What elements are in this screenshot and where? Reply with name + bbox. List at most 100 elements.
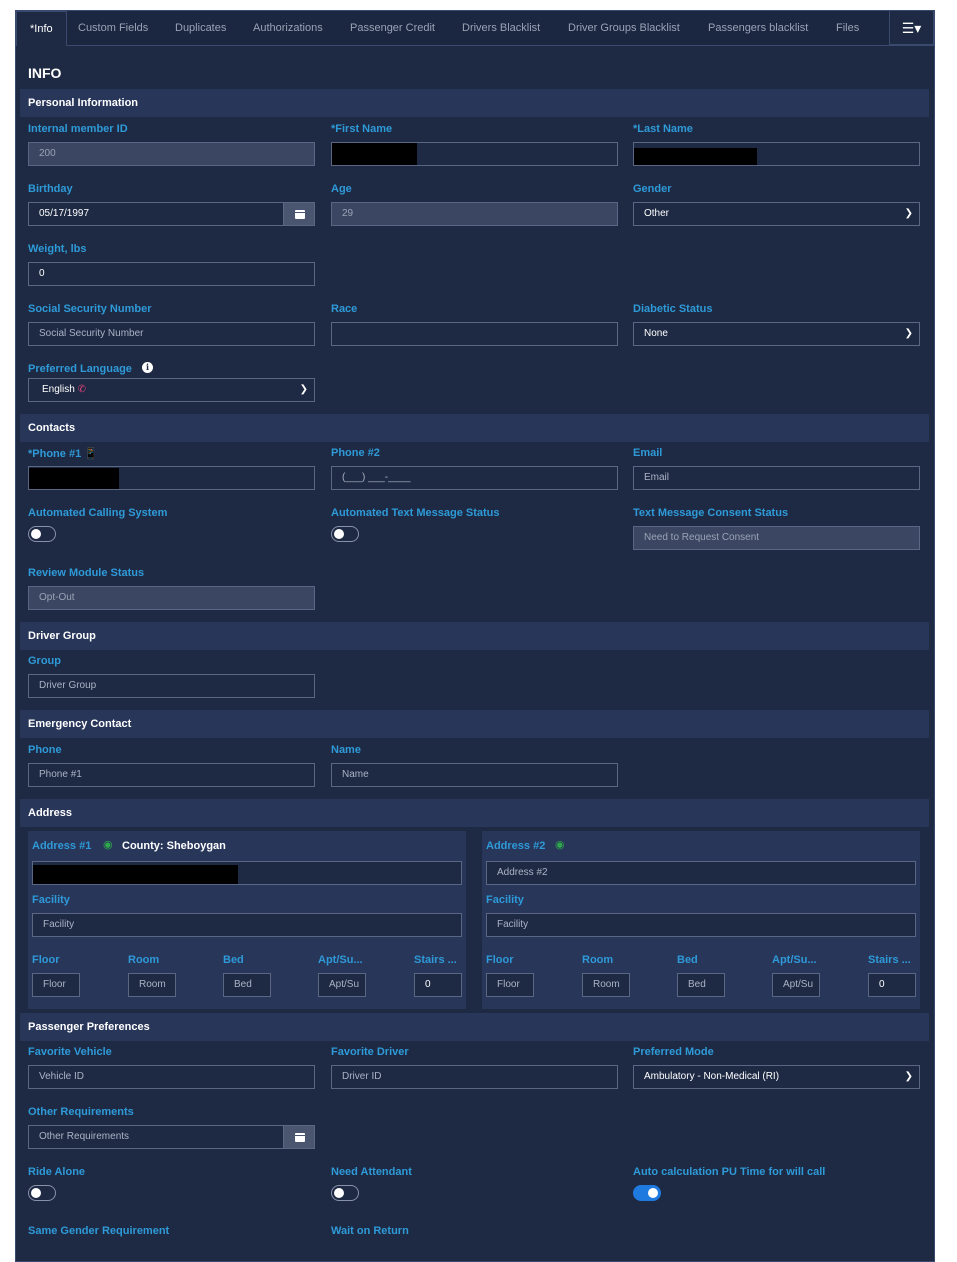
- emergency-phone-field[interactable]: Phone #1: [28, 763, 315, 787]
- address2-label: Address #2: [486, 840, 546, 852]
- birthday-calendar-button[interactable]: [283, 202, 315, 226]
- map-pin-icon[interactable]: ◉: [555, 838, 565, 851]
- phone1-field[interactable]: [28, 466, 315, 490]
- diabetic-status-value: None: [644, 328, 668, 339]
- facility-field[interactable]: Facility: [32, 913, 462, 937]
- section-title: Contacts: [28, 422, 76, 434]
- race-field[interactable]: [331, 322, 618, 346]
- tab-passenger-credit[interactable]: Passenger Credit: [337, 11, 448, 45]
- birthday-label: Birthday: [28, 183, 73, 195]
- phone1-label-text: *Phone #1: [28, 448, 82, 460]
- floor-field[interactable]: Floor: [486, 973, 534, 997]
- diabetic-status-label: Diabetic Status: [633, 303, 713, 315]
- gender-label: Gender: [633, 183, 672, 195]
- first-name-field[interactable]: [331, 142, 618, 166]
- mobile-phone-icon: 📱: [84, 448, 98, 460]
- phone1-label: *Phone #1 📱: [28, 447, 98, 460]
- facility-field[interactable]: Facility: [486, 913, 916, 937]
- apt-field[interactable]: Apt/Su: [318, 973, 366, 997]
- chevron-down-icon: ❯: [904, 208, 913, 219]
- phone2-field[interactable]: (___) ___-____: [331, 466, 618, 490]
- section-title: Personal Information: [28, 97, 139, 109]
- need-attendant-label: Need Attendant: [331, 1166, 412, 1178]
- auto-text-toggle[interactable]: [331, 526, 359, 542]
- section-personal-information: Personal Information: [20, 89, 929, 117]
- other-requirements-field[interactable]: Other Requirements: [28, 1125, 284, 1149]
- room-field[interactable]: Room: [128, 973, 176, 997]
- menu-button[interactable]: ☰▾: [889, 11, 934, 45]
- weight-field[interactable]: 0: [28, 262, 315, 286]
- floor-label: Floor: [486, 954, 514, 966]
- age-field: 29: [331, 202, 618, 226]
- map-pin-icon[interactable]: ◉: [103, 838, 113, 851]
- room-field[interactable]: Room: [582, 973, 630, 997]
- tab-authorizations[interactable]: Authorizations: [240, 11, 336, 45]
- tab-drivers-blacklist[interactable]: Drivers Blacklist: [449, 11, 553, 45]
- bed-field[interactable]: Bed: [677, 973, 725, 997]
- preferred-language-select[interactable]: English ✆ ❯: [28, 378, 315, 402]
- county-text: County: Sheboygan: [122, 840, 226, 852]
- member-id-label: Internal member ID: [28, 123, 128, 135]
- redacted-value: [634, 148, 757, 165]
- stairs-field[interactable]: 0: [414, 973, 462, 997]
- text-consent-label: Text Message Consent Status: [633, 507, 789, 519]
- info-icon[interactable]: i: [142, 362, 153, 373]
- driver-group-field[interactable]: Driver Group: [28, 674, 315, 698]
- diabetic-status-select[interactable]: None ❯: [633, 322, 920, 346]
- emergency-name-label: Name: [331, 744, 361, 756]
- favorite-vehicle-field[interactable]: Vehicle ID: [28, 1065, 315, 1089]
- section-driver-group: Driver Group: [20, 622, 929, 650]
- tab-custom-fields[interactable]: Custom Fields: [65, 11, 161, 45]
- first-name-label: *First Name: [331, 123, 393, 135]
- preferred-mode-label: Preferred Mode: [633, 1046, 714, 1058]
- tab-files[interactable]: Files: [823, 11, 872, 45]
- auto-calling-toggle[interactable]: [28, 526, 56, 542]
- address2-field[interactable]: Address #2: [486, 861, 916, 885]
- birthday-field[interactable]: 05/17/1997: [28, 202, 284, 226]
- toggle-knob: [334, 1188, 344, 1198]
- toggle-knob: [31, 1188, 41, 1198]
- review-status-field: Opt-Out: [28, 586, 315, 610]
- email-field[interactable]: Email: [633, 466, 920, 490]
- ssn-field[interactable]: Social Security Number: [28, 322, 315, 346]
- apt-field[interactable]: Apt/Su: [772, 973, 820, 997]
- redacted-value: [332, 143, 417, 165]
- favorite-driver-field[interactable]: Driver ID: [331, 1065, 618, 1089]
- address1-field[interactable]: [32, 861, 462, 885]
- last-name-field[interactable]: [633, 142, 920, 166]
- redacted-value: [29, 468, 119, 489]
- race-label: Race: [331, 303, 358, 315]
- tab-info[interactable]: *Info: [16, 11, 67, 46]
- section-contacts: Contacts: [20, 414, 929, 442]
- chevron-down-icon: ❯: [904, 328, 913, 339]
- floor-field[interactable]: Floor: [32, 973, 80, 997]
- apt-label: Apt/Su...: [772, 954, 817, 966]
- ride-alone-label: Ride Alone: [28, 1166, 86, 1178]
- need-attendant-toggle[interactable]: [331, 1185, 359, 1201]
- email-label: Email: [633, 447, 663, 459]
- tab-duplicates[interactable]: Duplicates: [162, 11, 239, 45]
- stairs-field[interactable]: 0: [868, 973, 916, 997]
- other-requirements-label: Other Requirements: [28, 1106, 134, 1118]
- favorite-vehicle-label: Favorite Vehicle: [28, 1046, 112, 1058]
- address2-panel: Address #2 ◉ Address #2 Facility Facilit…: [482, 831, 920, 1009]
- ride-alone-toggle[interactable]: [28, 1185, 56, 1201]
- bed-field[interactable]: Bed: [223, 973, 271, 997]
- other-requirements-calendar-button[interactable]: [283, 1125, 315, 1149]
- tab-driver-groups-blacklist[interactable]: Driver Groups Blacklist: [555, 11, 693, 45]
- tab-bar: *Info Custom Fields Duplicates Authoriza…: [16, 11, 934, 46]
- room-label: Room: [582, 954, 614, 966]
- toggle-knob: [648, 1188, 658, 1198]
- preferred-mode-select[interactable]: Ambulatory - Non-Medical (RI) ❯: [633, 1065, 920, 1089]
- emergency-name-field[interactable]: Name: [331, 763, 618, 787]
- text-consent-field: Need to Request Consent: [633, 526, 920, 550]
- gender-select[interactable]: Other ❯: [633, 202, 920, 226]
- weight-label: Weight, lbs: [28, 243, 87, 255]
- tab-passengers-blacklist[interactable]: Passengers blacklist: [695, 11, 821, 45]
- section-address: Address: [20, 799, 929, 827]
- apt-label: Apt/Su...: [318, 954, 363, 966]
- floor-label: Floor: [32, 954, 60, 966]
- gender-value: Other: [644, 208, 670, 219]
- section-title: Emergency Contact: [28, 718, 132, 730]
- auto-pu-time-toggle[interactable]: [633, 1185, 661, 1201]
